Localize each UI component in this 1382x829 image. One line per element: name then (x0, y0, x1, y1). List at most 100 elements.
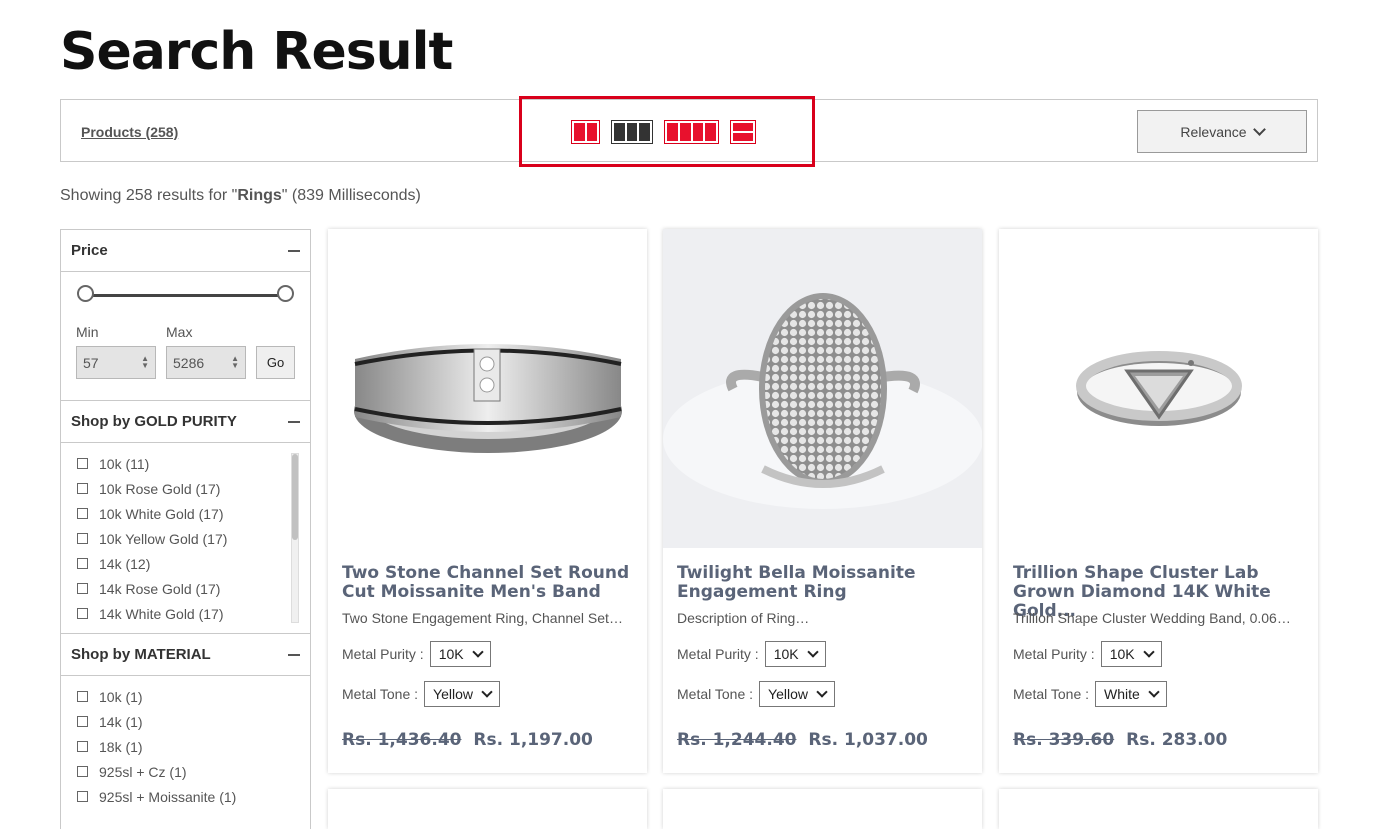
metal-purity-value: 10K (773, 646, 799, 662)
metal-purity-select[interactable]: 10K (764, 641, 826, 667)
gold-purity-filter-title: Shop by GOLD PURITY (71, 413, 237, 430)
filter-checkbox-row[interactable]: 14k (12) (77, 551, 310, 576)
checkbox[interactable] (77, 716, 88, 727)
collapse-icon[interactable] (288, 249, 300, 252)
metal-tone-select[interactable]: Yellow (424, 681, 500, 707)
stepper-icon[interactable]: ▲ ▼ (231, 355, 239, 370)
product-card[interactable] (663, 789, 982, 829)
original-price: Rs. 1,436.40 (342, 730, 462, 750)
filter-option-label: 10k (1) (99, 688, 143, 705)
checkbox[interactable] (77, 791, 88, 802)
product-card[interactable] (999, 789, 1318, 829)
metal-tone-select[interactable]: White (1095, 681, 1167, 707)
product-card[interactable]: Twilight Bella Moissanite Engagement Rin… (663, 229, 982, 773)
product-card[interactable] (328, 789, 647, 829)
metal-purity-value: 10K (438, 646, 464, 662)
sort-dropdown[interactable]: Relevance (1137, 110, 1307, 153)
filter-checkbox-row[interactable]: 14k Rose Gold (17) (77, 576, 310, 601)
product-image[interactable] (663, 229, 982, 548)
sort-label: Relevance (1180, 123, 1247, 140)
gold-purity-list: 10k (11) 10k Rose Gold (17) 10k White Go… (61, 443, 310, 634)
filter-sidebar: Price Min Max 57 ▲ ▼ 5286 ▲ ▼ Go Shop by G… (60, 229, 311, 829)
metal-tone-label: Metal Tone : (1013, 686, 1090, 702)
filter-option-label: 14k Rose Gold (17) (99, 580, 221, 597)
sale-price: Rs. 1,197.00 (473, 730, 593, 750)
metal-tone-select[interactable]: Yellow (759, 681, 835, 707)
filter-checkbox-row[interactable]: 925sl + Cz (1) (77, 759, 310, 784)
page-title: Search Result (60, 22, 453, 82)
checkbox[interactable] (77, 558, 88, 569)
sale-price: Rs. 1,037.00 (808, 730, 928, 750)
grid-4-view-icon[interactable] (664, 120, 719, 144)
metal-tone-label: Metal Tone : (342, 686, 419, 702)
product-title[interactable]: Trillion Shape Cluster Lab Grown Diamond… (1013, 564, 1304, 621)
chevron-down-icon (471, 646, 484, 658)
min-label: Min (76, 324, 99, 340)
price-filter-header[interactable]: Price (61, 230, 310, 272)
product-image[interactable] (328, 229, 647, 548)
gold-purity-filter-header[interactable]: Shop by GOLD PURITY (61, 401, 310, 443)
price-filter-title: Price (71, 242, 108, 259)
checkbox[interactable] (77, 608, 88, 619)
product-title[interactable]: Twilight Bella Moissanite Engagement Rin… (677, 564, 968, 602)
grid-3-view-icon[interactable] (611, 120, 653, 144)
metal-purity-label: Metal Purity : (342, 646, 424, 662)
min-price-input[interactable]: 57 ▲ ▼ (76, 346, 156, 379)
product-card[interactable]: Trillion Shape Cluster Lab Grown Diamond… (999, 229, 1318, 773)
filter-checkbox-row[interactable]: 10k White Gold (17) (77, 501, 310, 526)
metal-purity-label: Metal Purity : (1013, 646, 1095, 662)
product-title[interactable]: Two Stone Channel Set Round Cut Moissani… (342, 564, 633, 602)
checkbox[interactable] (77, 691, 88, 702)
filter-option-label: 10k Rose Gold (17) (99, 480, 221, 497)
checkbox[interactable] (77, 508, 88, 519)
product-image[interactable] (999, 229, 1318, 548)
filter-option-label: 10k (11) (99, 455, 150, 472)
original-price: Rs. 1,244.40 (677, 730, 797, 750)
product-card[interactable]: Two Stone Channel Set Round Cut Moissani… (328, 229, 647, 773)
filter-checkbox-row[interactable]: 10k Yellow Gold (17) (77, 526, 310, 551)
checkbox[interactable] (77, 583, 88, 594)
price-filter-body: Min Max 57 ▲ ▼ 5286 ▲ ▼ Go (61, 272, 310, 401)
checkbox[interactable] (77, 766, 88, 777)
filter-checkbox-row[interactable]: 925sl + Moissanite (1) (77, 784, 310, 809)
original-price: Rs. 339.60 (1013, 730, 1115, 750)
filter-option-label: 14k White Gold (17) (99, 605, 224, 622)
price-slider-track[interactable] (87, 294, 285, 297)
price-slider-min-handle[interactable] (77, 285, 94, 302)
products-count-link[interactable]: Products (258) (81, 124, 178, 140)
filter-checkbox-row[interactable]: 10k (1) (77, 684, 310, 709)
checkbox[interactable] (77, 483, 88, 494)
collapse-icon[interactable] (288, 420, 300, 423)
collapse-icon[interactable] (288, 653, 300, 656)
metal-tone-value: White (1104, 686, 1140, 702)
results-prefix: Showing 258 results for " (60, 187, 238, 204)
scrollbar-thumb[interactable] (292, 454, 298, 540)
filter-checkbox-row[interactable]: 14k (1) (77, 709, 310, 734)
results-toolbar: Products (258) Relevance (60, 96, 1318, 167)
filter-checkbox-row[interactable]: 10k Rose Gold (17) (77, 476, 310, 501)
price-go-button[interactable]: Go (256, 346, 295, 379)
metal-purity-select[interactable]: 10K (1100, 641, 1162, 667)
filter-option-label: 925sl + Moissanite (1) (99, 788, 237, 805)
material-filter-header[interactable]: Shop by MATERIAL (61, 634, 310, 676)
price-slider-max-handle[interactable] (277, 285, 294, 302)
metal-purity-label: Metal Purity : (677, 646, 759, 662)
filter-checkbox-row[interactable]: 10k (11) (77, 451, 310, 476)
filter-scrollbar[interactable] (291, 453, 299, 623)
filter-option-label: 18k (1) (99, 738, 143, 755)
checkbox[interactable] (77, 741, 88, 752)
chevron-down-icon (816, 686, 828, 698)
metal-purity-select[interactable]: 10K (429, 641, 491, 667)
results-suffix: " (839 Milliseconds) (281, 187, 421, 204)
filter-option-label: 10k Yellow Gold (17) (99, 530, 228, 547)
stepper-icon[interactable]: ▲ ▼ (141, 355, 149, 370)
max-price-input[interactable]: 5286 ▲ ▼ (166, 346, 246, 379)
checkbox[interactable] (77, 533, 88, 544)
chevron-down-icon (481, 686, 493, 698)
filter-checkbox-row[interactable]: 14k White Gold (17) (77, 601, 310, 626)
chevron-down-icon (1252, 123, 1266, 136)
list-view-icon[interactable] (730, 120, 756, 144)
filter-checkbox-row[interactable]: 18k (1) (77, 734, 310, 759)
checkbox[interactable] (77, 458, 88, 469)
grid-2-view-icon[interactable] (571, 120, 600, 144)
